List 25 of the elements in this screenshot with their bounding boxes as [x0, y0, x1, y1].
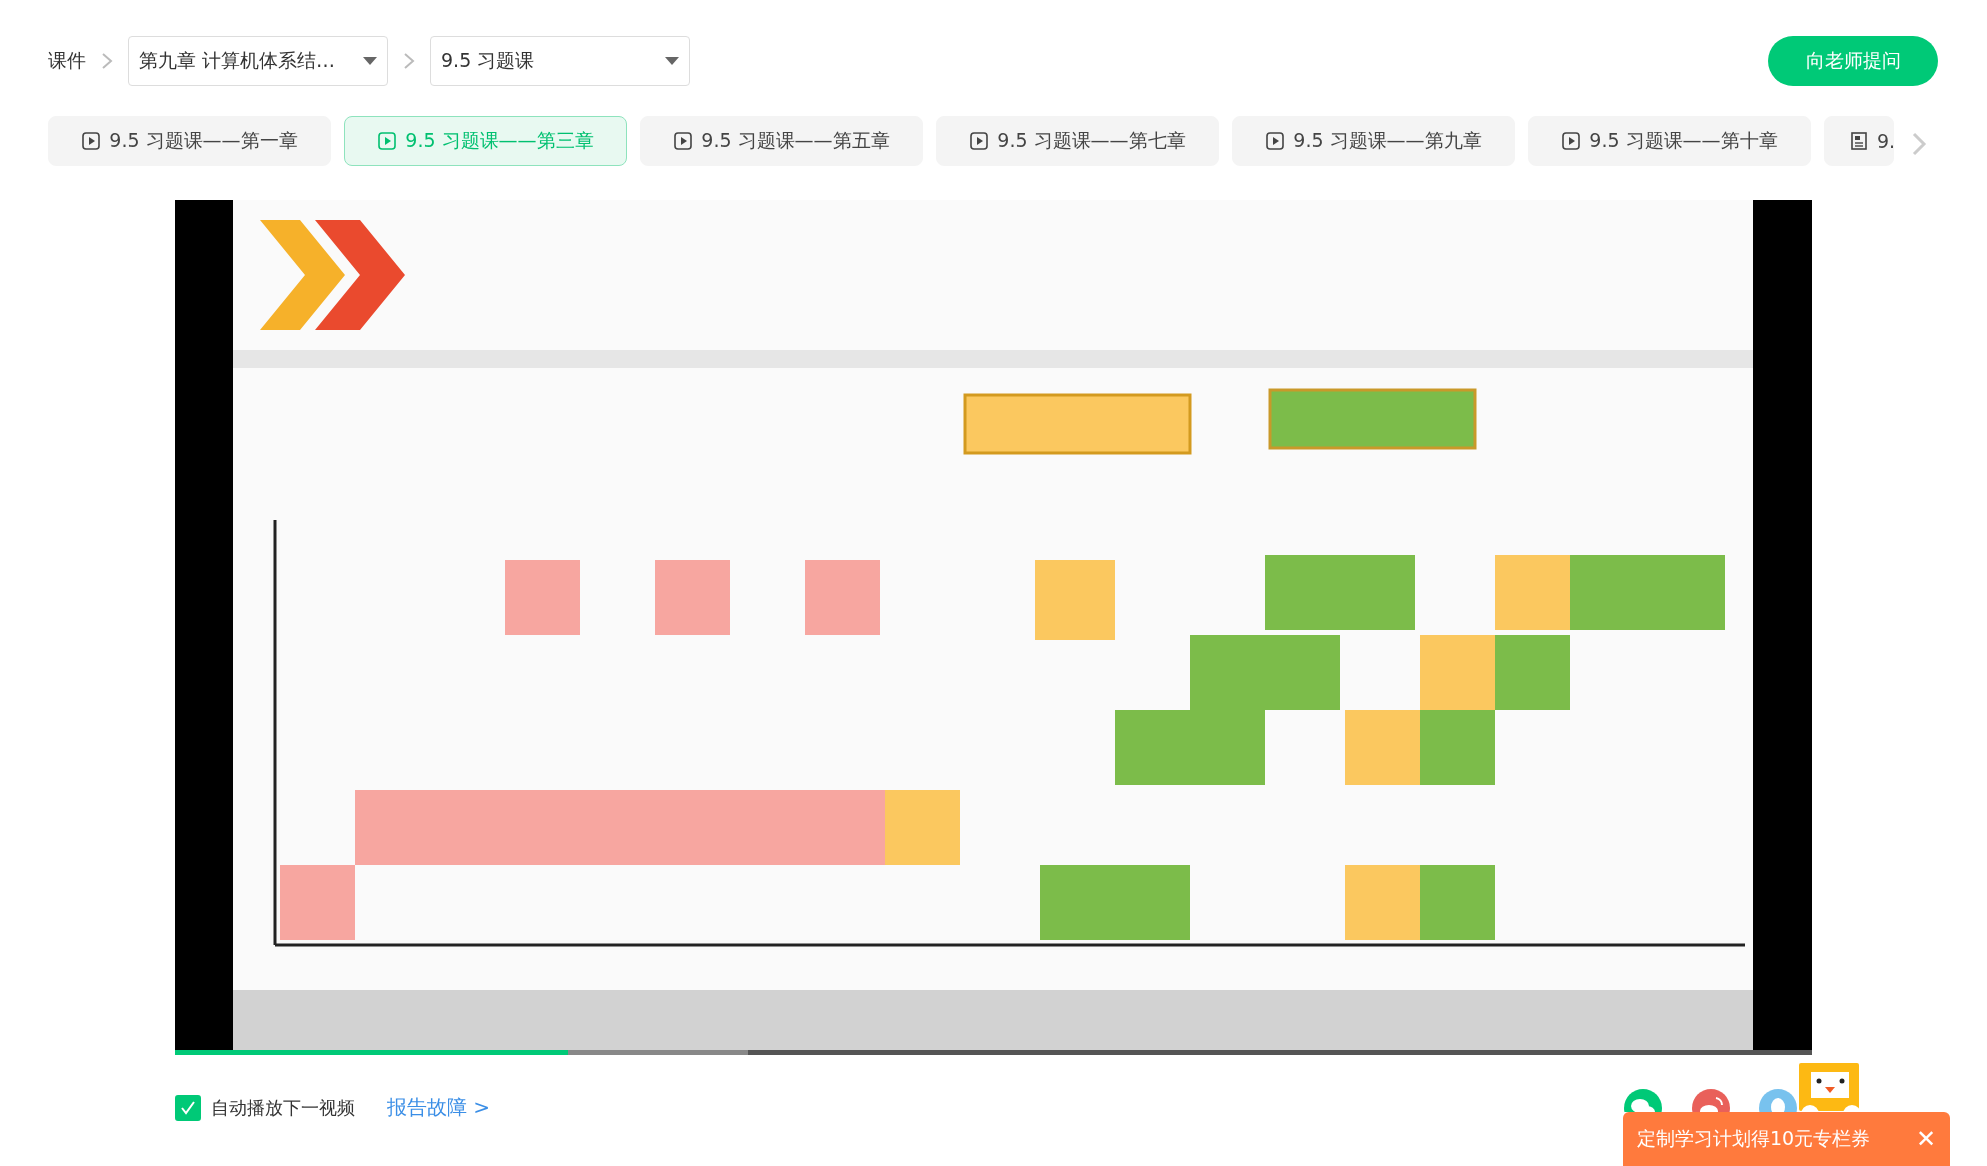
document-icon: [1849, 131, 1869, 151]
play-icon: [1265, 131, 1286, 151]
caret-icon: [665, 57, 679, 65]
lesson-tab[interactable]: 9.5 习题课——第七章: [936, 116, 1219, 166]
play-icon: [377, 131, 398, 151]
play-icon: [969, 131, 990, 151]
lesson-dropdown[interactable]: 9.5 习题课: [430, 36, 690, 86]
play-icon: [673, 131, 694, 151]
lesson-tab[interactable]: 9.: [1824, 116, 1894, 166]
chevron-icon: [402, 51, 416, 71]
play-icon: [81, 131, 102, 151]
chevron-icon[interactable]: [1910, 130, 1928, 158]
lesson-tab[interactable]: 9.5 习题课——第九章: [1232, 116, 1515, 166]
autoplay-label: 自动播放下一视频: [211, 1095, 355, 1120]
lesson-tab[interactable]: 9.5 习题课——第一章: [48, 116, 331, 166]
progress-bar[interactable]: [175, 1050, 1812, 1055]
autoplay-checkbox[interactable]: [175, 1094, 201, 1121]
play-icon: [1561, 131, 1582, 151]
lesson-tab[interactable]: 9.5 习题课——第十章: [1528, 116, 1811, 166]
caret-icon: [363, 57, 377, 65]
breadcrumb-link[interactable]: 课件: [48, 48, 86, 74]
chapter-dropdown[interactable]: 第九章 计算机体系结…: [128, 36, 388, 86]
lesson-tab[interactable]: 9.5 习题课——第五章: [640, 116, 923, 166]
chevron-icon: [100, 51, 114, 71]
promo-text: 定制学习计划得10元专栏券: [1637, 1126, 1872, 1151]
